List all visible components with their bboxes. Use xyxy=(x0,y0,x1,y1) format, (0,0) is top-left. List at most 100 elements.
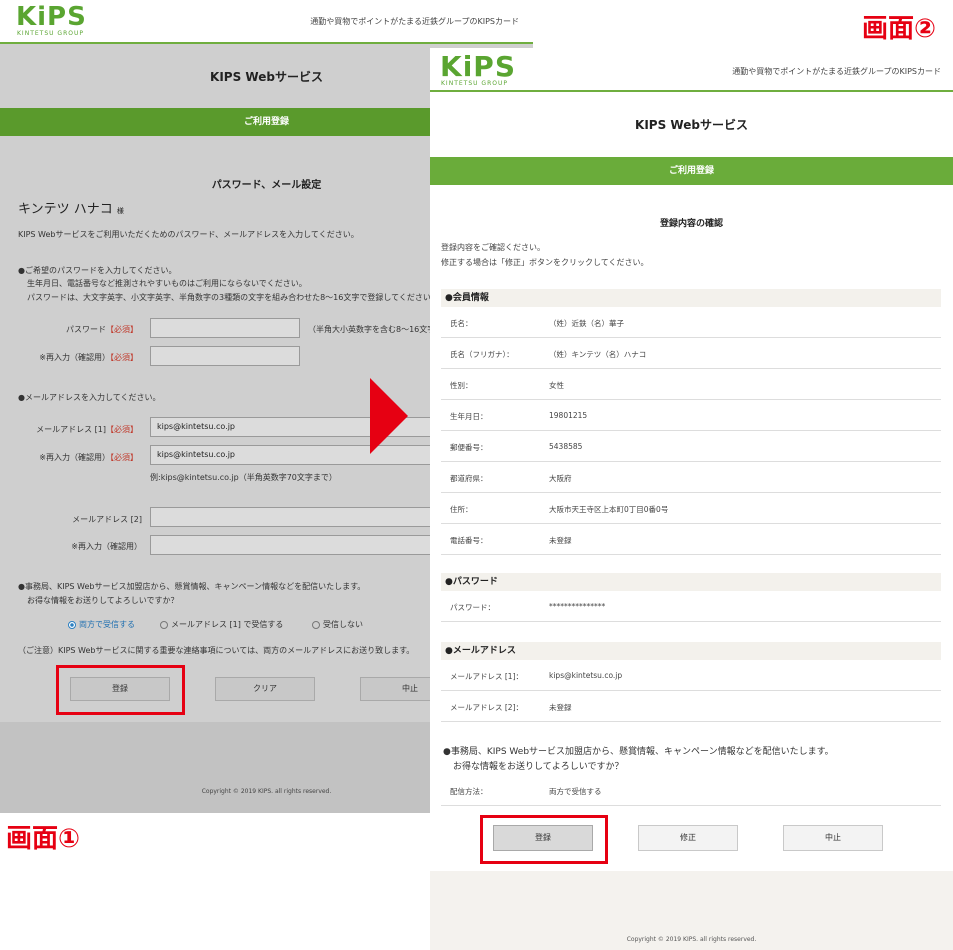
email1-label-text: メールアドレス [1] xyxy=(36,425,106,434)
kips-logo[interactable]: KiPS xyxy=(16,2,87,32)
password-confirm-input[interactable] xyxy=(150,346,300,366)
intro-line: 登録内容をご確認ください。 xyxy=(441,243,545,252)
confirm-intro: 登録内容をご確認ください。 修正する場合は「修正」ボタンをクリックしてください。 xyxy=(441,240,649,270)
row-value: （姓）近鉄（名）華子 xyxy=(549,319,624,328)
required-mark: 【必須】 xyxy=(106,325,138,334)
honorific: 様 xyxy=(116,207,124,215)
confirm-title: 登録内容の確認 xyxy=(659,219,723,229)
password-instruction: ●ご希望のパスワードを入力してください。 xyxy=(18,266,177,275)
header-tagline: 通勤や買物でポイントがたまる近鉄グループのKIPSカード xyxy=(310,17,519,26)
row-key: 電話番号： xyxy=(450,536,488,545)
row-value: 19801215 xyxy=(549,411,588,420)
edit-button[interactable]: 修正 xyxy=(638,825,738,851)
radio-email1[interactable]: メールアドレス [1] で受信する xyxy=(160,619,283,630)
row-value: kips@kintetsu.co.jp xyxy=(549,671,623,680)
password-hint: （半角大小英数字を含む8〜16文字 xyxy=(308,325,436,334)
email-example: 例:kips@kintetsu.co.jp（半角英数字70文字まで） xyxy=(150,473,337,482)
member-row: 郵便番号： 5438585 xyxy=(441,431,941,462)
registration-bar: ご利用登録 xyxy=(430,157,953,185)
email-instruction: ●メールアドレスを入力してください。 xyxy=(18,393,161,402)
radio-selected-icon[interactable] xyxy=(68,620,76,629)
row-value: 両方で受信する xyxy=(549,787,602,796)
row-value: 大阪府 xyxy=(549,474,572,483)
intro-line: 修正する場合は「修正」ボタンをクリックしてください。 xyxy=(441,258,649,267)
row-key: 性別： xyxy=(450,381,473,390)
password-label-text: パスワード xyxy=(66,325,106,334)
member-row: 氏名（フリガナ）： （姓）キンテツ（名）ハナコ xyxy=(441,338,941,369)
radio-both[interactable]: 両方で受信する xyxy=(68,619,135,630)
password-instruction: 生年月日、電話番号など推測されやすいものはご利用にならないでください。 xyxy=(27,279,307,288)
next-arrow-icon xyxy=(370,378,408,454)
newsletter-line: ●事務局、KIPS Webサービス加盟店から、懸賞情報、キャンペーン情報などを配… xyxy=(443,747,834,757)
copyright: Copyright © 2019 KIPS. all rights reserv… xyxy=(626,936,757,943)
row-value: *************** xyxy=(549,602,606,611)
row-value: 女性 xyxy=(549,381,564,390)
newsletter-text: ●事務局、KIPS Webサービス加盟店から、懸賞情報、キャンペーン情報などを配… xyxy=(443,745,834,775)
required-mark: 【必須】 xyxy=(110,353,138,362)
service-title: KIPS Webサービス xyxy=(635,118,748,132)
email2-input[interactable] xyxy=(150,507,440,527)
email-row: メールアドレス [1]： kips@kintetsu.co.jp xyxy=(441,660,941,691)
password-header: ●パスワード xyxy=(441,573,941,591)
radio-unselected-icon[interactable] xyxy=(160,620,168,629)
member-row: 性別： 女性 xyxy=(441,369,941,400)
row-value: 未登録 xyxy=(549,536,572,545)
radio-both-label: 両方で受信する xyxy=(79,620,135,629)
email1-confirm-label: ※再入力（確認用）【必須】 xyxy=(18,452,138,463)
row-value: 5438585 xyxy=(549,442,583,451)
screen2-label: 画面② xyxy=(862,14,937,44)
radio-email1-label: メールアドレス [1] で受信する xyxy=(171,620,284,629)
row-key: 都道府県： xyxy=(450,474,488,483)
password-row: パスワード： *************** xyxy=(441,591,941,622)
row-value: 未登録 xyxy=(549,703,572,712)
user-name: キンテツ ハナコ 様 xyxy=(18,198,124,217)
row-value: 大阪市天王寺区上本町0丁目0番0号 xyxy=(549,505,669,514)
required-mark: 【必須】 xyxy=(110,453,138,462)
row-key: パスワード： xyxy=(450,603,495,612)
reenter-label-text: ※再入力（確認用） xyxy=(39,453,110,462)
kintetsu-group-label: KINTETSU GROUP xyxy=(17,30,84,37)
row-key: メールアドレス [2]： xyxy=(450,703,524,712)
required-mark: 【必須】 xyxy=(106,425,138,434)
member-row: 都道府県： 大阪府 xyxy=(441,462,941,493)
caution-text: （ご注意）KIPS Webサービスに関する重要な連絡事項については、両方のメール… xyxy=(18,646,415,655)
row-key: 配信方法： xyxy=(450,787,488,796)
delivery-row: 配信方法： 両方で受信する xyxy=(441,775,941,806)
password-confirm-label: ※再入力（確認用）【必須】 xyxy=(18,352,138,363)
user-name-text: キンテツ ハナコ xyxy=(18,202,113,217)
email2-confirm-label: ※再入力（確認用） xyxy=(71,542,142,551)
radio-none[interactable]: 受信しない xyxy=(312,619,363,630)
cancel-button[interactable]: 中止 xyxy=(783,825,883,851)
kips-logo[interactable]: KiPS xyxy=(440,50,516,83)
member-info-header: ●会員情報 xyxy=(441,289,941,307)
row-value: （姓）キンテツ（名）ハナコ xyxy=(549,350,647,359)
radio-none-label: 受信しない xyxy=(323,620,363,629)
password-input[interactable] xyxy=(150,318,300,338)
kintetsu-group-label: KINTETSU GROUP xyxy=(441,80,508,87)
row-key: 住所： xyxy=(450,505,473,514)
newsletter-line: お得な情報をお送りしてよろしいですか？ xyxy=(453,762,624,772)
email-row: メールアドレス [2]： 未登録 xyxy=(441,691,941,722)
email2-label: メールアドレス [2] xyxy=(72,515,142,524)
member-row: 電話番号： 未登録 xyxy=(441,524,941,555)
email1-label: メールアドレス [1]【必須】 xyxy=(18,424,138,435)
row-key: 郵便番号： xyxy=(450,443,488,452)
reenter-label-text: ※再入力（確認用） xyxy=(39,353,110,362)
row-key: メールアドレス [1]： xyxy=(450,672,524,681)
member-row: 生年月日： 19801215 xyxy=(441,400,941,431)
email2-confirm-input[interactable] xyxy=(150,535,440,555)
clear-button[interactable]: クリア xyxy=(215,677,315,701)
member-row: 氏名： （姓）近鉄（名）華子 xyxy=(441,307,941,338)
intro-text: KIPS Webサービスをご利用いただくためのパスワード、メールアドレスを入力し… xyxy=(18,230,359,239)
password-instruction: パスワードは、大文字英字、小文字英字、半角数字の3種類の文字を組み合わせた8〜1… xyxy=(27,293,431,302)
member-row: 住所： 大阪市天王寺区上本町0丁目0番0号 xyxy=(441,493,941,524)
screen1-label: 画面① xyxy=(6,824,81,854)
newsletter-text: ●事務局、KIPS Webサービス加盟店から、懸賞情報、キャンペーン情報などを配… xyxy=(18,582,366,591)
email-header: ●メールアドレス xyxy=(441,642,941,660)
password-label: パスワード【必須】 xyxy=(18,324,138,335)
row-key: 氏名（フリガナ）： xyxy=(450,350,514,359)
radio-unselected-icon[interactable] xyxy=(312,620,320,629)
row-key: 氏名： xyxy=(450,319,473,328)
header-tagline: 通勤や買物でポイントがたまる近鉄グループのKIPSカード xyxy=(732,67,941,76)
highlight-register-screen2 xyxy=(480,815,608,864)
